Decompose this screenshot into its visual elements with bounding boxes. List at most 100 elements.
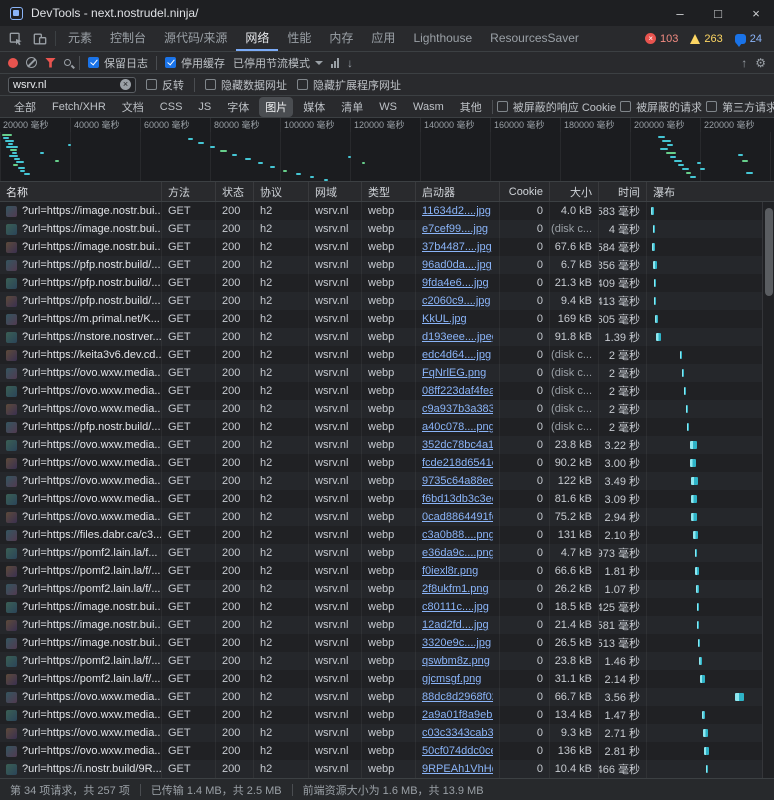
filter-option-checkbox[interactable]: 被屏蔽的响应 Cookie: [497, 99, 616, 115]
type-filter-chip[interactable]: JS: [192, 99, 217, 115]
request-row[interactable]: ?url=https://image.nostr.bui...GET200h2w…: [0, 238, 762, 256]
request-row[interactable]: ?url=https://ovo.wxw.media...GET200h2wsr…: [0, 436, 762, 454]
request-name-cell[interactable]: ?url=https://pfp.nostr.build/...: [0, 418, 162, 436]
request-name-cell[interactable]: ?url=https://image.nostr.bui...: [0, 202, 162, 220]
request-row[interactable]: ?url=https://files.dabr.ca/c3...GET200h2…: [0, 526, 762, 544]
initiator-link[interactable]: qswbm8z.png: [422, 655, 490, 667]
request-row[interactable]: ?url=https://image.nostr.bui...GET200h2w…: [0, 598, 762, 616]
type-filter-chip[interactable]: 字体: [221, 97, 255, 117]
initiator-link[interactable]: KkUL.jpg: [422, 313, 467, 325]
request-name-cell[interactable]: ?url=https://ovo.wxw.media...: [0, 400, 162, 418]
request-name-cell[interactable]: ?url=https://pomf2.lain.la/f...: [0, 544, 162, 562]
column-header[interactable]: 大小: [550, 182, 599, 201]
initiator-link[interactable]: 3320e9c....jpg: [422, 637, 491, 649]
request-row[interactable]: ?url=https://ovo.wxw.media...GET200h2wsr…: [0, 472, 762, 490]
hide-data-urls-checkbox[interactable]: 隐藏数据网址: [205, 77, 287, 93]
initiator-link[interactable]: 96ad0da....jpg: [422, 259, 492, 271]
record-button[interactable]: [8, 58, 18, 68]
initiator-link[interactable]: 37b4487....jpg: [422, 241, 492, 253]
clear-filter-icon[interactable]: ×: [120, 79, 131, 90]
request-row[interactable]: ?url=https://ovo.wxw.media...GET200h2wsr…: [0, 742, 762, 760]
column-header[interactable]: 时间: [599, 182, 647, 201]
column-header[interactable]: 方法: [162, 182, 216, 201]
overview-canvas[interactable]: [0, 132, 774, 181]
initiator-link[interactable]: c2060c9....jpg: [422, 295, 491, 307]
devtools-tab[interactable]: 应用: [362, 26, 404, 51]
invert-checkbox[interactable]: 反转: [146, 77, 184, 93]
request-row[interactable]: ?url=https://pomf2.lain.la/f...GET200h2w…: [0, 544, 762, 562]
request-name-cell[interactable]: ?url=https://pomf2.lain.la/f/...: [0, 562, 162, 580]
request-row[interactable]: ?url=https://ovo.wxw.media...GET200h2wsr…: [0, 400, 762, 418]
settings-gear-icon[interactable]: ⚙: [755, 57, 766, 69]
type-filter-chip[interactable]: 清单: [335, 97, 369, 117]
request-name-cell[interactable]: ?url=https://ovo.wxw.media...: [0, 472, 162, 490]
initiator-link[interactable]: c9a937b3a3832e...: [422, 403, 493, 415]
initiator-link[interactable]: 352dc78bc4a11e...: [422, 439, 493, 451]
request-name-cell[interactable]: ?url=https://ovo.wxw.media...: [0, 490, 162, 508]
request-name-cell[interactable]: ?url=https://ovo.wxw.media...: [0, 706, 162, 724]
request-row[interactable]: ?url=https://ovo.wxw.media...GET200h2wsr…: [0, 364, 762, 382]
initiator-link[interactable]: 08ff223daf4fea9...: [422, 385, 493, 397]
request-row[interactable]: ?url=https://image.nostr.bui...GET200h2w…: [0, 616, 762, 634]
initiator-link[interactable]: c3a0b88....png: [422, 529, 493, 541]
column-header[interactable]: 名称: [0, 182, 162, 201]
disable-cache-checkbox[interactable]: 停用缓存: [165, 55, 225, 71]
type-filter-chip[interactable]: CSS: [154, 99, 189, 115]
request-row[interactable]: ?url=https://image.nostr.bui...GET200h2w…: [0, 634, 762, 652]
initiator-link[interactable]: 50cf074ddc0ce9...: [422, 745, 493, 757]
devtools-tab[interactable]: ResourcesSaver: [481, 26, 588, 51]
initiator-link[interactable]: f0iexl8r.png: [422, 565, 478, 577]
initiator-link[interactable]: 9fda4e6....jpg: [422, 277, 489, 289]
error-count-badge[interactable]: ×103: [645, 33, 678, 45]
request-row[interactable]: ?url=https://pfp.nostr.build/...GET200h2…: [0, 418, 762, 436]
clear-requests-icon[interactable]: [26, 57, 37, 68]
request-name-cell[interactable]: ?url=https://ovo.wxw.media...: [0, 454, 162, 472]
close-button[interactable]: ×: [748, 6, 764, 21]
network-conditions-icon[interactable]: [331, 58, 339, 68]
column-header[interactable]: 状态: [216, 182, 254, 201]
initiator-link[interactable]: fcde218d6541c6...: [422, 457, 493, 469]
type-filter-chip[interactable]: 文档: [116, 97, 150, 117]
request-name-cell[interactable]: ?url=https://nstore.nostrver...: [0, 328, 162, 346]
request-row[interactable]: ?url=https://ovo.wxw.media...GET200h2wsr…: [0, 706, 762, 724]
initiator-link[interactable]: 2a9a01f8a9eb2c...: [422, 709, 493, 721]
import-har-icon[interactable]: ↓: [347, 57, 353, 69]
request-name-cell[interactable]: ?url=https://m.primal.net/K...: [0, 310, 162, 328]
preserve-log-checkbox[interactable]: 保留日志: [88, 55, 148, 71]
filter-option-checkbox[interactable]: 被屏蔽的请求: [620, 99, 702, 115]
initiator-link[interactable]: f6bd13db3c3ee3...: [422, 493, 493, 505]
maximize-button[interactable]: □: [710, 6, 726, 21]
initiator-link[interactable]: 2f8ukfm1.png: [422, 583, 489, 595]
request-row[interactable]: ?url=https://ovo.wxw.media...GET200h2wsr…: [0, 508, 762, 526]
request-row[interactable]: ?url=https://ovo.wxw.media...GET200h2wsr…: [0, 724, 762, 742]
vertical-scrollbar[interactable]: [762, 202, 774, 778]
request-name-cell[interactable]: ?url=https://pfp.nostr.build/...: [0, 274, 162, 292]
type-filter-chip[interactable]: Wasm: [407, 99, 450, 115]
request-name-cell[interactable]: ?url=https://image.nostr.bui...: [0, 220, 162, 238]
type-filter-chip[interactable]: 其他: [454, 97, 488, 117]
column-header[interactable]: 启动器: [416, 182, 500, 201]
column-header[interactable]: 网域: [309, 182, 362, 201]
column-header[interactable]: 协议: [254, 182, 309, 201]
devtools-tab[interactable]: 控制台: [101, 26, 155, 51]
initiator-link[interactable]: a40c078....png: [422, 421, 493, 433]
request-name-cell[interactable]: ?url=https://i.nostr.build/9R...: [0, 760, 162, 778]
initiator-link[interactable]: edc4d64....jpg: [422, 349, 491, 361]
request-name-cell[interactable]: ?url=https://ovo.wxw.media...: [0, 508, 162, 526]
filter-input[interactable]: wsrv.nl ×: [8, 77, 136, 93]
request-row[interactable]: ?url=https://pfp.nostr.build/...GET200h2…: [0, 292, 762, 310]
hide-extension-urls-checkbox[interactable]: 隐藏扩展程序网址: [297, 77, 401, 93]
devtools-tab[interactable]: 网络: [236, 26, 278, 51]
initiator-link[interactable]: 9RPEAh1VhHdP...: [422, 763, 493, 775]
request-row[interactable]: ?url=https://pfp.nostr.build/...GET200h2…: [0, 274, 762, 292]
request-name-cell[interactable]: ?url=https://pomf2.lain.la/f/...: [0, 670, 162, 688]
type-filter-chip[interactable]: 图片: [259, 97, 293, 117]
request-name-cell[interactable]: ?url=https://pomf2.lain.la/f/...: [0, 580, 162, 598]
request-name-cell[interactable]: ?url=https://ovo.wxw.media...: [0, 742, 162, 760]
issues-count-badge[interactable]: 24: [735, 33, 762, 45]
request-name-cell[interactable]: ?url=https://pfp.nostr.build/...: [0, 292, 162, 310]
request-row[interactable]: ?url=https://pomf2.lain.la/f/...GET200h2…: [0, 580, 762, 598]
type-filter-chip[interactable]: WS: [373, 99, 403, 115]
request-name-cell[interactable]: ?url=https://image.nostr.bui...: [0, 634, 162, 652]
request-name-cell[interactable]: ?url=https://ovo.wxw.media...: [0, 724, 162, 742]
